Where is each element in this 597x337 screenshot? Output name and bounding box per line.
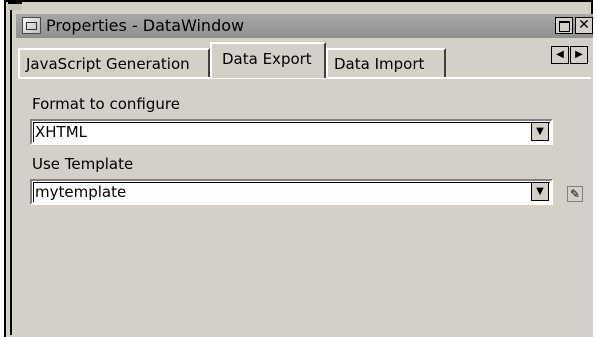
tab-data-import[interactable]: Data Import: [326, 48, 446, 77]
properties-dialog: JavaScript Generation Data Export Data I…: [16, 38, 593, 337]
close-icon: ✕: [578, 17, 590, 33]
window-grip[interactable]: [8, 2, 22, 10]
combo-inner-border: [33, 122, 550, 142]
format-value: XHTML: [35, 123, 88, 141]
tab-javascript-generation[interactable]: JavaScript Generation: [18, 48, 210, 77]
template-label: Use Template: [32, 155, 134, 173]
data-export-panel: Format to configure XHTML ▼ Use Template…: [18, 77, 591, 335]
chevron-down-icon: ▼: [536, 126, 544, 137]
tab-label: Data Import: [334, 55, 425, 73]
window-border: [10, 10, 12, 335]
tab-label: Data Export: [222, 50, 312, 68]
tab-scroll-right-button[interactable]: ▶: [570, 46, 588, 64]
template-value: mytemplate: [35, 183, 127, 201]
close-button[interactable]: ✕: [575, 17, 593, 34]
template-dropdown[interactable]: mytemplate ▼: [30, 179, 553, 205]
title-bar[interactable]: Properties - DataWindow ✕: [16, 14, 593, 39]
edit-icon[interactable]: ✎: [567, 186, 583, 202]
chevron-down-icon: ▼: [536, 186, 544, 197]
format-dropdown-button[interactable]: ▼: [531, 122, 549, 141]
tab-label: JavaScript Generation: [26, 55, 190, 73]
properties-window-icon: [22, 17, 41, 34]
tab-scroll-left-button[interactable]: ◀: [551, 46, 569, 64]
arrow-right-icon: ▶: [575, 49, 583, 60]
template-dropdown-button[interactable]: ▼: [531, 182, 549, 201]
format-dropdown[interactable]: XHTML ▼: [30, 119, 553, 145]
tab-data-export[interactable]: Data Export: [210, 42, 326, 78]
window-title: Properties - DataWindow: [46, 16, 245, 35]
format-label: Format to configure: [32, 95, 180, 113]
maximize-button[interactable]: [555, 17, 573, 34]
arrow-left-icon: ◀: [556, 49, 564, 60]
